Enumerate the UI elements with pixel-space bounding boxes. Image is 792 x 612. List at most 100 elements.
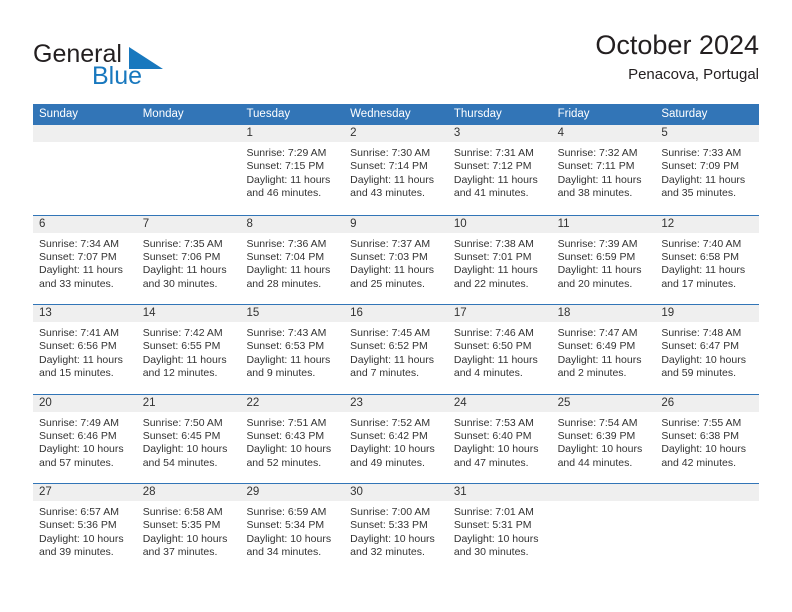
calendar-day-cell[interactable]: 19 Sunrise: 7:48 AM Sunset: 6:47 PM Dayligh… <box>655 305 760 394</box>
sunrise-text: Sunrise: 7:51 AM <box>246 416 327 429</box>
sunrise-text: Sunrise: 7:39 AM <box>557 237 638 250</box>
calendar-day-cell[interactable]: 14 Sunrise: 7:42 AM Sunset: 6:55 PM Dayligh… <box>136 305 241 394</box>
calendar-day-cell[interactable]: 31 Sunrise: 7:01 AM Sunset: 5:31 PM Dayligh… <box>447 484 552 573</box>
calendar-week-row: 27 Sunrise: 6:57 AM Sunset: 5:36 PM Dayligh… <box>33 483 760 573</box>
calendar-day-cell[interactable]: 13 Sunrise: 7:41 AM Sunset: 6:56 PM Dayligh… <box>33 305 137 394</box>
daylight-text: Daylight: 10 hours and 39 minutes. <box>39 532 124 559</box>
day-number: 23 <box>344 394 448 412</box>
day-details: Sunrise: 7:30 AM Sunset: 7:14 PM Daylight:… <box>344 142 448 201</box>
daylight-text: Daylight: 10 hours and 34 minutes. <box>246 532 332 559</box>
day-number: 30 <box>344 484 448 501</box>
sunset-text: Sunset: 6:43 PM <box>246 429 325 442</box>
sunrise-text: Sunrise: 7:43 AM <box>246 327 327 339</box>
sunset-text: Sunset: 6:38 PM <box>661 429 739 442</box>
day-details: Sunrise: 7:01 AM Sunset: 5:31 PM Daylight:… <box>448 501 552 560</box>
sunrise-text: Sunrise: 7:46 AM <box>453 327 534 339</box>
calendar-weeks: 1 Sunrise: 7:29 AM Sunset: 7:15 PM Daylight… <box>33 125 760 573</box>
sunset-text: Sunset: 7:12 PM <box>453 160 532 173</box>
day-number: 5 <box>655 125 760 142</box>
daylight-text: Daylight: 10 hours and 57 minutes. <box>39 443 124 469</box>
day-details: Sunrise: 7:43 AM Sunset: 6:53 PM Daylight:… <box>240 322 344 381</box>
calendar-day-cell[interactable]: 18 Sunrise: 7:47 AM Sunset: 6:49 PM Dayligh… <box>551 305 656 394</box>
daylight-text: Daylight: 11 hours and 15 minutes. <box>39 353 123 380</box>
calendar-day-cell[interactable]: 7 Sunrise: 7:35 AM Sunset: 7:06 PM Daylight… <box>136 215 241 305</box>
daylight-text: Daylight: 10 hours and 52 minutes. <box>246 443 332 469</box>
calendar-day-cell[interactable]: 16 Sunrise: 7:45 AM Sunset: 6:52 PM Dayligh… <box>344 305 448 394</box>
weekday-header-thursday: Thursday <box>453 108 502 120</box>
calendar-day-cell[interactable]: 28 Sunrise: 6:58 AM Sunset: 5:35 PM Dayligh… <box>136 484 241 573</box>
weekday-header-sunday: Sunday <box>39 108 79 120</box>
day-details: Sunrise: 7:52 AM Sunset: 6:42 PM Daylight:… <box>344 412 448 471</box>
sunset-text: Sunset: 5:33 PM <box>350 519 428 532</box>
calendar-day-cell[interactable]: 30 Sunrise: 7:00 AM Sunset: 5:33 PM Dayligh… <box>344 484 448 573</box>
calendar-day-cell[interactable]: 20 Sunrise: 7:49 AM Sunset: 6:46 PM Dayligh… <box>33 394 137 484</box>
daylight-text: Daylight: 10 hours and 32 minutes. <box>350 532 435 559</box>
calendar-day-cell[interactable]: 25 Sunrise: 7:54 AM Sunset: 6:39 PM Dayligh… <box>551 394 656 484</box>
calendar-day-cell[interactable]: 23 Sunrise: 7:52 AM Sunset: 6:42 PM Dayligh… <box>344 394 448 484</box>
calendar-day-cell[interactable]: 6 Sunrise: 7:34 AM Sunset: 7:07 PM Daylight… <box>33 215 137 305</box>
day-number: 11 <box>551 215 656 233</box>
calendar-day-cell[interactable]: 9 Sunrise: 7:37 AM Sunset: 7:03 PM Daylight… <box>344 215 448 305</box>
sunrise-text: Sunrise: 7:49 AM <box>39 416 119 429</box>
day-number: 29 <box>240 484 345 501</box>
calendar-day-cell-empty <box>33 125 137 215</box>
day-number: 1 <box>240 125 345 142</box>
daylight-text: Daylight: 11 hours and 17 minutes. <box>661 264 746 290</box>
calendar-day-cell[interactable]: 12 Sunrise: 7:40 AM Sunset: 6:58 PM Dayligh… <box>655 215 760 305</box>
brand-logo[interactable]: General Blue <box>33 34 243 92</box>
day-details: Sunrise: 7:34 AM Sunset: 7:07 PM Daylight:… <box>33 233 137 292</box>
page-subtitle: Penacova, Portugal <box>628 66 759 83</box>
weekday-header-tuesday: Tuesday <box>246 108 291 120</box>
daylight-text: Daylight: 11 hours and 30 minutes. <box>142 264 227 290</box>
sunset-text: Sunset: 6:49 PM <box>557 340 636 353</box>
calendar-day-cell[interactable]: 10 Sunrise: 7:38 AM Sunset: 7:01 PM Dayligh… <box>447 215 552 305</box>
day-details: Sunrise: 7:36 AM Sunset: 7:04 PM Daylight:… <box>240 233 344 292</box>
day-details: Sunrise: 7:31 AM Sunset: 7:12 PM Daylight:… <box>448 142 552 201</box>
calendar-day-cell[interactable]: 15 Sunrise: 7:43 AM Sunset: 6:53 PM Dayligh… <box>240 305 345 394</box>
day-details: Sunrise: 7:32 AM Sunset: 7:11 PM Daylight:… <box>552 142 656 201</box>
day-number: 20 <box>33 394 137 412</box>
sunset-text: Sunset: 7:06 PM <box>142 250 221 263</box>
sunset-text: Sunset: 6:46 PM <box>39 429 117 442</box>
calendar-week-row: 1 Sunrise: 7:29 AM Sunset: 7:15 PM Daylight… <box>33 125 760 215</box>
calendar-day-cell[interactable]: 17 Sunrise: 7:46 AM Sunset: 6:50 PM Dayligh… <box>447 305 552 394</box>
calendar-day-cell[interactable]: 4 Sunrise: 7:32 AM Sunset: 7:11 PM Daylight… <box>551 125 656 215</box>
page-header: General Blue October 2024 Penacova, Port… <box>33 28 759 94</box>
day-number: 7 <box>136 215 241 233</box>
daylight-text: Daylight: 10 hours and 30 minutes. <box>453 532 539 559</box>
calendar-page: General Blue October 2024 Penacova, Port… <box>0 0 792 612</box>
calendar-day-cell[interactable]: 29 Sunrise: 6:59 AM Sunset: 5:34 PM Dayligh… <box>240 484 345 573</box>
sunset-text: Sunset: 7:07 PM <box>39 250 117 263</box>
calendar-day-cell[interactable]: 26 Sunrise: 7:55 AM Sunset: 6:38 PM Dayligh… <box>655 394 760 484</box>
sunset-text: Sunset: 6:40 PM <box>453 429 532 442</box>
sunset-text: Sunset: 7:01 PM <box>453 250 532 263</box>
day-details: Sunrise: 7:49 AM Sunset: 6:46 PM Daylight:… <box>33 412 137 471</box>
calendar-day-cell[interactable]: 3 Sunrise: 7:31 AM Sunset: 7:12 PM Daylight… <box>447 125 552 215</box>
calendar-day-cell[interactable]: 24 Sunrise: 7:53 AM Sunset: 6:40 PM Dayligh… <box>447 394 552 484</box>
calendar-day-cell-empty <box>655 484 760 573</box>
daylight-text: Daylight: 11 hours and 12 minutes. <box>142 353 227 380</box>
sunrise-text: Sunrise: 7:41 AM <box>39 327 119 339</box>
sunrise-text: Sunrise: 7:54 AM <box>557 416 638 429</box>
calendar-day-cell[interactable]: 8 Sunrise: 7:36 AM Sunset: 7:04 PM Daylight… <box>240 215 345 305</box>
sunrise-text: Sunrise: 7:47 AM <box>557 327 638 339</box>
calendar-day-cell[interactable]: 1 Sunrise: 7:29 AM Sunset: 7:15 PM Daylight… <box>240 125 345 215</box>
calendar-day-cell[interactable]: 22 Sunrise: 7:51 AM Sunset: 6:43 PM Dayligh… <box>240 394 345 484</box>
sunrise-text: Sunrise: 7:29 AM <box>246 147 327 159</box>
day-details: Sunrise: 7:41 AM Sunset: 6:56 PM Daylight:… <box>33 322 137 381</box>
weekday-header-monday: Monday <box>142 108 184 120</box>
daylight-text: Daylight: 11 hours and 9 minutes. <box>246 353 331 380</box>
calendar-day-cell[interactable]: 2 Sunrise: 7:30 AM Sunset: 7:14 PM Daylight… <box>344 125 448 215</box>
sunrise-text: Sunrise: 7:45 AM <box>350 327 431 339</box>
calendar-day-cell[interactable]: 5 Sunrise: 7:33 AM Sunset: 7:09 PM Daylight… <box>655 125 760 215</box>
calendar-day-cell[interactable]: 11 Sunrise: 7:39 AM Sunset: 6:59 PM Dayligh… <box>551 215 656 305</box>
daylight-text: Daylight: 11 hours and 7 minutes. <box>350 353 435 380</box>
calendar-day-cell[interactable]: 21 Sunrise: 7:50 AM Sunset: 6:45 PM Dayligh… <box>136 394 241 484</box>
sunrise-text: Sunrise: 7:52 AM <box>350 416 431 429</box>
day-details: Sunrise: 7:48 AM Sunset: 6:47 PM Daylight:… <box>655 322 759 381</box>
daylight-text: Daylight: 10 hours and 47 minutes. <box>453 443 539 469</box>
day-details: Sunrise: 7:51 AM Sunset: 6:43 PM Daylight:… <box>240 412 344 471</box>
weekday-header-friday: Friday <box>557 108 590 120</box>
calendar-day-cell[interactable]: 27 Sunrise: 6:57 AM Sunset: 5:36 PM Dayligh… <box>33 484 137 573</box>
calendar-grid: Sunday Monday Tuesday Wednesday Thursday… <box>33 104 760 573</box>
